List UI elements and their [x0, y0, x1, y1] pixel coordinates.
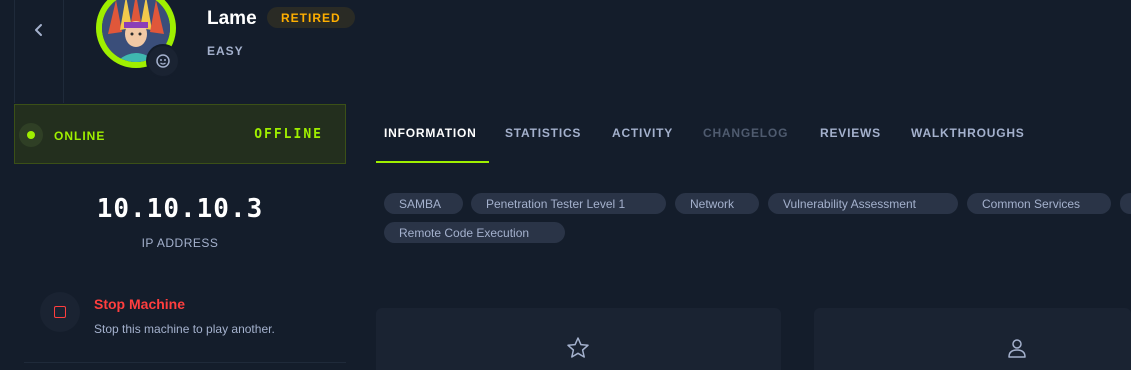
- stop-machine-button[interactable]: [40, 292, 80, 332]
- offline-toggle-button[interactable]: OFFLINE: [254, 127, 323, 142]
- stop-machine-description: Stop this machine to play another.: [94, 322, 275, 336]
- machine-avatar: [96, 0, 180, 78]
- star-icon[interactable]: [566, 336, 590, 360]
- tag-penetration-tester-level-1[interactable]: Penetration Tester Level 1: [471, 193, 666, 214]
- divider: [24, 362, 346, 363]
- machine-control-panel: ONLINE OFFLINE 10.10.10.3 IP ADDRESS Sto…: [14, 104, 346, 370]
- machine-name: Lame: [207, 8, 257, 29]
- back-column: [14, 0, 64, 103]
- tab-changelog[interactable]: CHANGELOG: [703, 126, 788, 140]
- back-button[interactable]: [15, 0, 63, 60]
- chevron-left-icon: [35, 24, 42, 36]
- status-indicator: [19, 123, 43, 147]
- tag-vulnerability-assessment[interactable]: Vulnerability Assessment: [768, 193, 958, 214]
- tag-overflow[interactable]: [1120, 193, 1131, 214]
- tab-statistics[interactable]: STATISTICS: [505, 126, 581, 140]
- stop-icon: [54, 306, 66, 318]
- tab-reviews[interactable]: REVIEWS: [820, 126, 881, 140]
- linux-os-icon: [146, 44, 180, 78]
- tab-walkthroughs[interactable]: WALKTHROUGHS: [911, 126, 1025, 140]
- tag-network[interactable]: Network: [675, 193, 759, 214]
- retired-badge: RETIRED: [267, 7, 355, 28]
- online-dot-icon: [27, 131, 35, 139]
- tag-remote-code-execution[interactable]: Remote Code Execution: [384, 222, 565, 243]
- rating-card: [376, 308, 781, 370]
- ip-address-value[interactable]: 10.10.10.3: [14, 194, 346, 224]
- tag-common-services[interactable]: Common Services: [967, 193, 1111, 214]
- tab-activity[interactable]: ACTIVITY: [612, 126, 673, 140]
- ip-address-label: IP ADDRESS: [141, 236, 219, 250]
- tag-list: SAMBA Penetration Tester Level 1 Network…: [384, 193, 1131, 253]
- user-card: [814, 308, 1131, 370]
- stop-machine-title[interactable]: Stop Machine: [94, 296, 185, 312]
- active-tab-indicator: [376, 161, 489, 163]
- tab-information[interactable]: INFORMATION: [384, 126, 477, 140]
- tab-bar: INFORMATION STATISTICS ACTIVITY CHANGELO…: [346, 104, 1131, 164]
- status-bar: ONLINE OFFLINE: [14, 104, 346, 164]
- online-status-label: ONLINE: [54, 129, 106, 143]
- tag-samba[interactable]: SAMBA: [384, 193, 463, 214]
- difficulty-label: EASY: [207, 44, 244, 58]
- user-icon[interactable]: [1005, 336, 1029, 360]
